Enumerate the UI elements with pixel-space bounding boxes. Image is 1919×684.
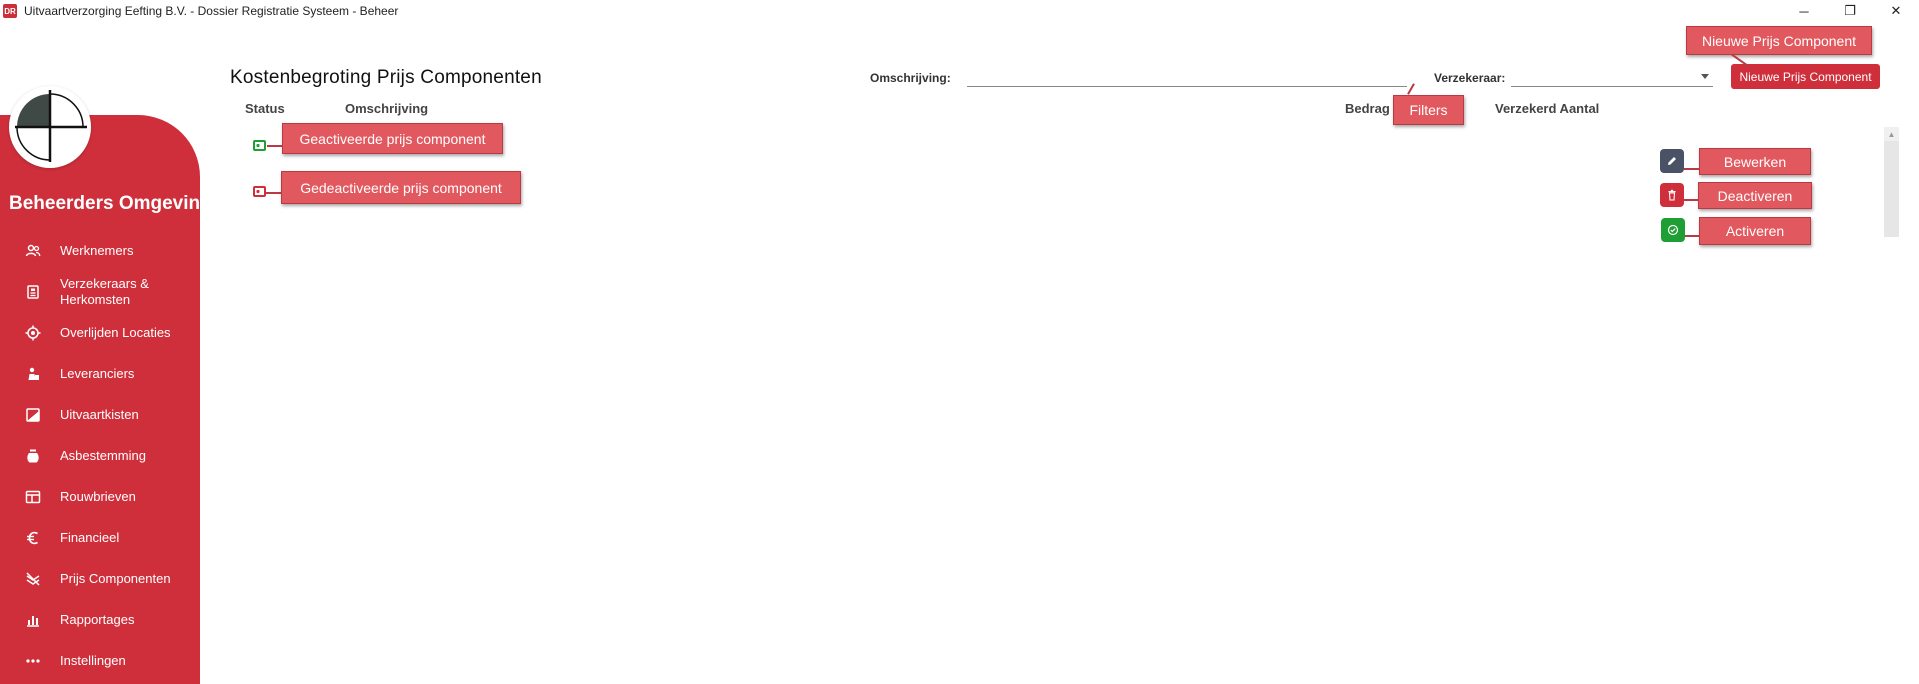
coffin-icon [24,406,42,424]
callout-activated: Geactiveerde prijs component [282,123,503,154]
id-card-icon [24,283,42,301]
minimize-icon[interactable]: ─ [1781,0,1827,22]
sidebar-item-rouwbrieven[interactable]: Rouwbrieven [0,483,200,511]
trash-icon [1668,189,1676,201]
verzekeraar-select[interactable] [1511,67,1713,87]
callout-activate: Activeren [1699,217,1811,245]
sidebar-item-label: Rouwbrieven [60,489,136,504]
sidebar-item-instellingen[interactable]: Instellingen [0,647,200,675]
sidebar-item-uitvaartkisten[interactable]: Uitvaartkisten [0,401,200,429]
people-icon [24,242,42,260]
callout-connector [1407,83,1415,95]
callout-connector [1684,199,1699,201]
euro-icon [24,529,42,547]
omschrijving-input[interactable] [967,67,1407,87]
sidebar-item-asbestemming[interactable]: Asbestemming [0,442,200,470]
activate-icon [1667,224,1679,236]
scroll-up-icon[interactable]: ▲ [1884,127,1899,141]
activate-button[interactable] [1661,218,1685,242]
sidebar-item-label: Prijs Componenten [60,571,171,586]
callout-connector [267,145,283,147]
new-price-component-button[interactable]: Nieuwe Prijs Component [1731,64,1880,89]
sidebar-item-label: Uitvaartkisten [60,407,139,422]
report-icon [24,611,42,629]
sidebar-item-label: Leveranciers [60,366,135,381]
callout-connector [1685,235,1700,237]
column-header-omschrijving: Omschrijving [345,101,429,116]
callout-connector [266,192,282,194]
letter-icon [24,488,42,506]
sidebar-item-prijs-componenten[interactable]: Prijs Componenten [0,565,200,593]
sidebar-item-label: Rapportages [60,612,135,627]
more-icon [24,652,42,670]
restore-icon[interactable]: ❐ [1827,0,1873,22]
callout-connector [1684,168,1700,170]
sidebar-item-label: Verzekeraars & Herkomsten [60,276,149,307]
sidebar-item-label: Werknemers [60,243,134,258]
sidebar-item-werknemers[interactable]: Werknemers [0,237,200,265]
callout-filters: Filters [1393,95,1464,125]
vertical-scrollbar[interactable] [1884,127,1899,237]
omschrijving-label: Omschrijving: [870,71,951,85]
sidebar-item-label: Instellingen [60,653,126,668]
page-title: Kostenbegroting Prijs Componenten [230,67,542,88]
verzekeraar-label: Verzekeraar: [1434,71,1506,85]
chevron-down-icon[interactable] [1701,74,1709,79]
edit-button[interactable] [1660,149,1684,173]
column-header-verzekerd-aantal: Verzekerd Aantal [1495,101,1600,116]
sidebar-item-label: Overlijden Locaties [60,325,171,340]
inactive-status-icon [253,186,266,197]
urn-icon [24,447,42,465]
sidebar-item-label: Asbestemming [60,448,146,463]
callout-edit: Bewerken [1699,148,1811,175]
sidebar-title: Beheerders Omgeving [9,193,212,214]
location-icon [24,324,42,342]
callout-deactivated: Gedeactiveerde prijs component [281,171,521,204]
window-title: Uitvaartverzorging Eefting B.V. - Dossie… [24,4,399,18]
column-header-bedrag: Bedrag [1345,101,1390,116]
logo [9,86,91,168]
sidebar-item-rapportages[interactable]: Rapportages [0,606,200,634]
sidebar-item-financieel[interactable]: Financieel [0,524,200,552]
callout-deactivate: Deactiveren [1698,182,1812,209]
active-status-icon [253,140,266,151]
price-component-icon [24,570,42,588]
pencil-icon [1668,157,1676,165]
sidebar-item-label: Financieel [60,530,120,545]
app-icon: DR [3,4,17,18]
sidebar-item-leveranciers[interactable]: Leveranciers [0,360,200,388]
callout-new-component: Nieuwe Prijs Component [1686,26,1872,55]
supplier-icon [24,365,42,383]
sidebar-item-verzekeraars[interactable]: Verzekeraars & Herkomsten [0,275,200,309]
title-bar: DR Uitvaartverzorging Eefting B.V. - Dos… [0,0,1919,22]
close-icon[interactable]: ✕ [1873,0,1919,22]
column-header-status: Status [245,101,285,116]
deactivate-button[interactable] [1660,183,1684,207]
window-controls: ─ ❐ ✕ [1781,0,1919,22]
sidebar-item-overlijden-locaties[interactable]: Overlijden Locaties [0,319,200,347]
